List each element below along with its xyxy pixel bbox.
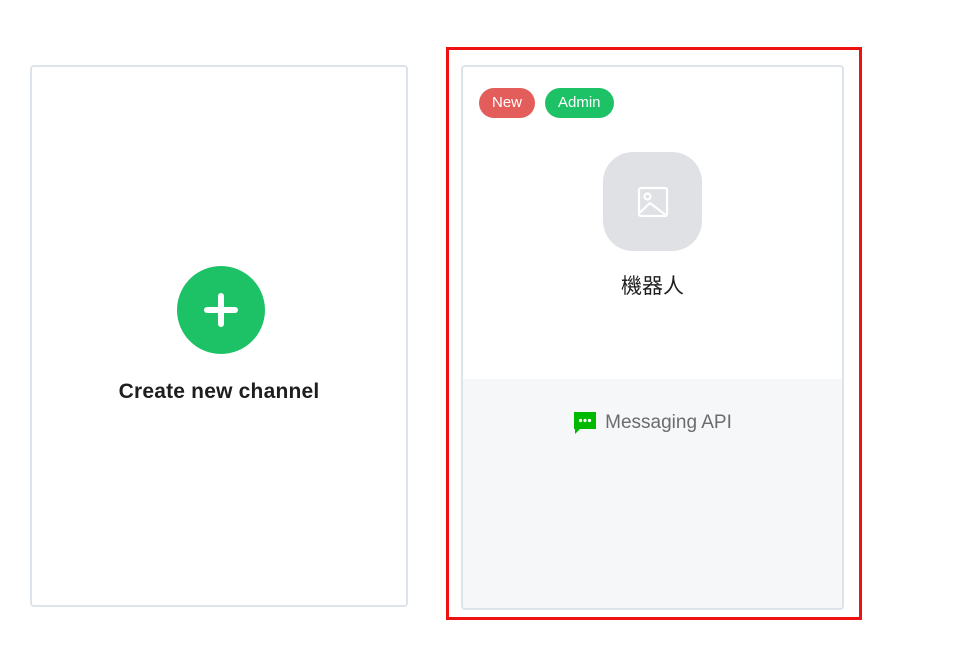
channel-name: 機器人 <box>621 274 684 298</box>
channel-type: Messaging API <box>463 411 842 435</box>
channel-avatar <box>603 152 702 251</box>
chat-bubble-icon <box>573 411 597 435</box>
create-new-channel-card[interactable]: Create new channel <box>30 65 408 607</box>
channel-card-footer: Messaging API <box>463 379 842 608</box>
new-badge: New <box>479 88 536 118</box>
plus-icon <box>177 266 265 354</box>
channel-card-header: New Admin 機器人 <box>463 67 842 379</box>
image-placeholder-icon <box>637 186 668 217</box>
channel-type-label: Messaging API <box>605 412 732 433</box>
create-new-channel-label: Create new channel <box>118 380 320 403</box>
admin-badge: Admin <box>545 88 614 118</box>
channel-card[interactable]: New Admin 機器人 Messaging API <box>461 65 844 610</box>
